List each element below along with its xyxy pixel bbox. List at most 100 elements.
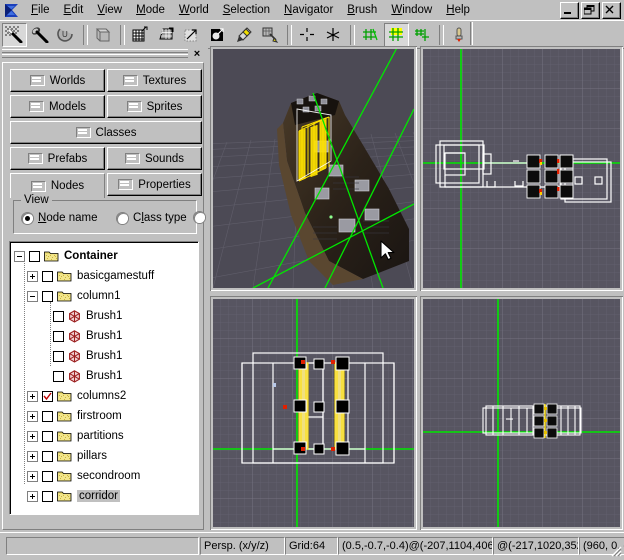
tree-node-checkbox[interactable] xyxy=(42,450,53,462)
tree-node-label: pillars xyxy=(77,450,108,462)
tab-properties[interactable]: Properties xyxy=(107,173,202,196)
tree-node-checkbox[interactable] xyxy=(42,270,53,282)
tree-node[interactable]: pillars xyxy=(27,446,107,466)
tab-textures[interactable]: Textures xyxy=(107,69,202,92)
radio-third-option[interactable] xyxy=(194,212,210,223)
entity-tool[interactable] xyxy=(447,22,472,47)
tab-models[interactable]: Models xyxy=(10,95,105,118)
menu-item-view[interactable]: View xyxy=(90,1,129,19)
expand-icon[interactable] xyxy=(27,390,38,402)
shadow-tool[interactable] xyxy=(206,22,231,47)
collapse-icon[interactable] xyxy=(27,290,38,302)
grid-snap-highlight-tool[interactable] xyxy=(384,22,409,47)
viewport-perspective[interactable] xyxy=(213,49,414,288)
tree-node[interactable]: columns2 xyxy=(27,386,126,406)
viewport-side[interactable] xyxy=(423,299,620,527)
tab-list-icon xyxy=(124,153,140,164)
menu-item-mode[interactable]: Mode xyxy=(129,1,172,19)
tree-node[interactable]: Brush1 xyxy=(40,366,122,386)
tree-node[interactable]: basicgamestuff xyxy=(27,266,154,286)
panel-close-icon[interactable]: × xyxy=(190,48,204,61)
toolbar-end-separator xyxy=(470,22,473,45)
snap-axis-tool[interactable] xyxy=(321,22,346,47)
collapse-icon[interactable] xyxy=(14,250,25,262)
folder-icon xyxy=(57,490,72,502)
expand-icon[interactable] xyxy=(27,270,38,282)
tree-node[interactable]: secondroom xyxy=(27,466,140,486)
move-brush-tool[interactable] xyxy=(28,22,53,47)
expand-icon[interactable] xyxy=(27,490,38,502)
expand-icon[interactable] xyxy=(27,470,38,482)
grid-snap-hash-tool[interactable] xyxy=(410,22,435,47)
grid-tool[interactable] xyxy=(128,22,153,47)
viewport-side-frame xyxy=(420,296,623,530)
tree-node[interactable]: Container xyxy=(14,246,118,266)
viewport-front[interactable] xyxy=(213,299,414,527)
minimize-button[interactable] xyxy=(560,2,579,19)
tree-node-label: secondroom xyxy=(77,470,141,482)
menu-item-edit[interactable]: Edit xyxy=(57,1,91,19)
tree-node-checkbox[interactable] xyxy=(53,370,64,382)
menu-item-selection[interactable]: Selection xyxy=(216,1,277,19)
tab-sounds[interactable]: Sounds xyxy=(107,147,202,170)
tree-node[interactable]: corridor xyxy=(27,486,120,506)
tree-node-checkbox[interactable] xyxy=(42,390,53,402)
tree-node-label: Brush1 xyxy=(86,350,123,362)
paint-tool[interactable] xyxy=(232,22,257,47)
menu-item-help[interactable]: Help xyxy=(439,1,477,19)
menu-item-file[interactable]: File xyxy=(24,1,57,19)
folder-icon xyxy=(57,430,72,442)
tree-node[interactable]: Brush1 xyxy=(40,306,122,326)
menu-item-window[interactable]: Window xyxy=(384,1,439,19)
tree-node[interactable]: Brush1 xyxy=(40,346,122,366)
tree-node-checkbox[interactable] xyxy=(53,310,64,322)
tree-node-checkbox[interactable] xyxy=(29,250,40,262)
tree-node-checkbox[interactable] xyxy=(53,330,64,342)
node-tree[interactable]: Container basicgamestuff column1 Brush1 Brus… xyxy=(9,241,199,515)
expand-icon[interactable] xyxy=(27,430,38,442)
rotate-tool[interactable]: U xyxy=(54,22,79,47)
viewport-front-frame xyxy=(210,296,417,530)
folder-icon xyxy=(57,270,72,282)
resize-grip[interactable] xyxy=(608,543,622,557)
tree-node[interactable]: column1 xyxy=(27,286,120,306)
grid-snap-green-tool[interactable] xyxy=(358,22,383,47)
radio-class-type[interactable]: Class type xyxy=(117,212,187,224)
tab-label: Properties xyxy=(138,178,191,191)
tree-node[interactable]: Brush1 xyxy=(40,326,122,346)
tree-node-label: column1 xyxy=(77,290,121,302)
scale-grid-tool[interactable] xyxy=(180,22,205,47)
select-brush-tool[interactable] xyxy=(2,22,27,47)
tab-sprites[interactable]: Sprites xyxy=(107,95,202,118)
tree-node-checkbox[interactable] xyxy=(42,290,53,302)
menu-item-world[interactable]: World xyxy=(172,1,216,19)
snap-center-tool[interactable] xyxy=(295,22,320,47)
tab-prefabs[interactable]: Prefabs xyxy=(10,147,105,170)
viewport-top[interactable] xyxy=(423,49,620,288)
tree-node-checkbox[interactable] xyxy=(53,350,64,362)
panel-drag-grip[interactable] xyxy=(2,49,188,61)
tab-worlds[interactable]: Worlds xyxy=(10,69,105,92)
tree-node-checkbox[interactable] xyxy=(42,470,53,482)
grid-perspective-tool[interactable] xyxy=(154,22,179,47)
menu-item-navigator[interactable]: Navigator xyxy=(277,1,340,19)
tree-node-label: partitions xyxy=(77,430,124,442)
restore-button[interactable] xyxy=(581,2,600,19)
tree-node-label: columns2 xyxy=(77,390,127,402)
expand-icon[interactable] xyxy=(27,450,38,462)
close-button[interactable] xyxy=(602,2,621,19)
tree-node-checkbox[interactable] xyxy=(42,410,53,422)
tree-node[interactable]: firstroom xyxy=(27,406,122,426)
texture-paint-tool[interactable] xyxy=(258,22,283,47)
view-group-legend: View xyxy=(21,194,52,206)
tree-node[interactable]: partitions xyxy=(27,426,124,446)
menu-item-brush[interactable]: Brush xyxy=(340,1,384,19)
texture-browser-tool[interactable] xyxy=(91,22,116,47)
radio-node-name[interactable]: Node name xyxy=(22,212,97,224)
expand-icon[interactable] xyxy=(27,410,38,422)
tab-classes[interactable]: Classes xyxy=(10,121,202,144)
tree-node-checkbox[interactable] xyxy=(42,430,53,442)
status-position: @(-217,1020,352) xyxy=(493,537,579,555)
tree-node-checkbox[interactable] xyxy=(42,490,53,502)
tree-node-label: Container xyxy=(64,250,118,262)
